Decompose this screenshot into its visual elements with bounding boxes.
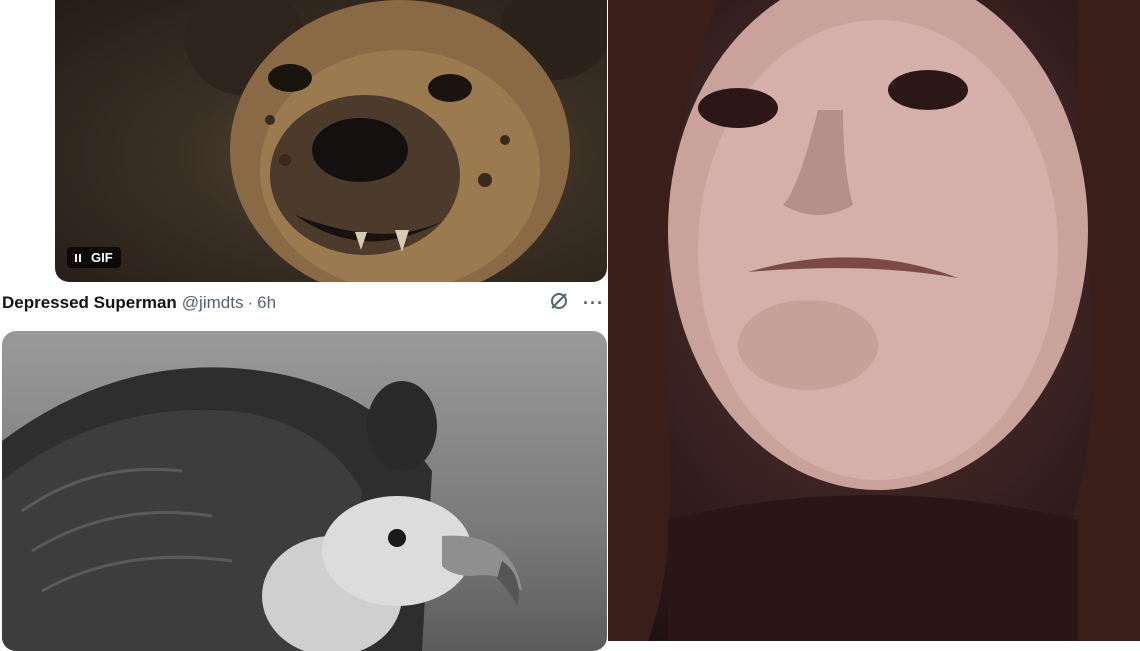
more-options-button[interactable]: ···: [583, 293, 604, 314]
left-column: GIF Depressed Superman @jimdts · 6h ···: [0, 0, 608, 651]
hyena-illustration: [185, 0, 607, 282]
portrait-illustration: [608, 0, 1140, 641]
gif-badge-label: GIF: [91, 250, 113, 265]
grok-icon[interactable]: [549, 291, 569, 316]
tweet-author-name[interactable]: Depressed Superman: [2, 293, 177, 313]
tweet-header: Depressed Superman @jimdts · 6h ···: [2, 290, 606, 316]
tweet-author-handle[interactable]: @jimdts: [182, 293, 244, 313]
gif-badge[interactable]: GIF: [67, 247, 121, 268]
tweet-header-actions: ···: [549, 291, 606, 316]
tweet-separator: ·: [247, 293, 254, 312]
vulture-image[interactable]: [2, 331, 607, 651]
hyena-gif[interactable]: GIF: [55, 0, 607, 282]
tweet-timestamp[interactable]: 6h: [257, 293, 276, 313]
woman-portrait-photo[interactable]: [608, 0, 1140, 641]
pause-icon[interactable]: [75, 253, 81, 262]
vulture-illustration: [2, 367, 522, 651]
